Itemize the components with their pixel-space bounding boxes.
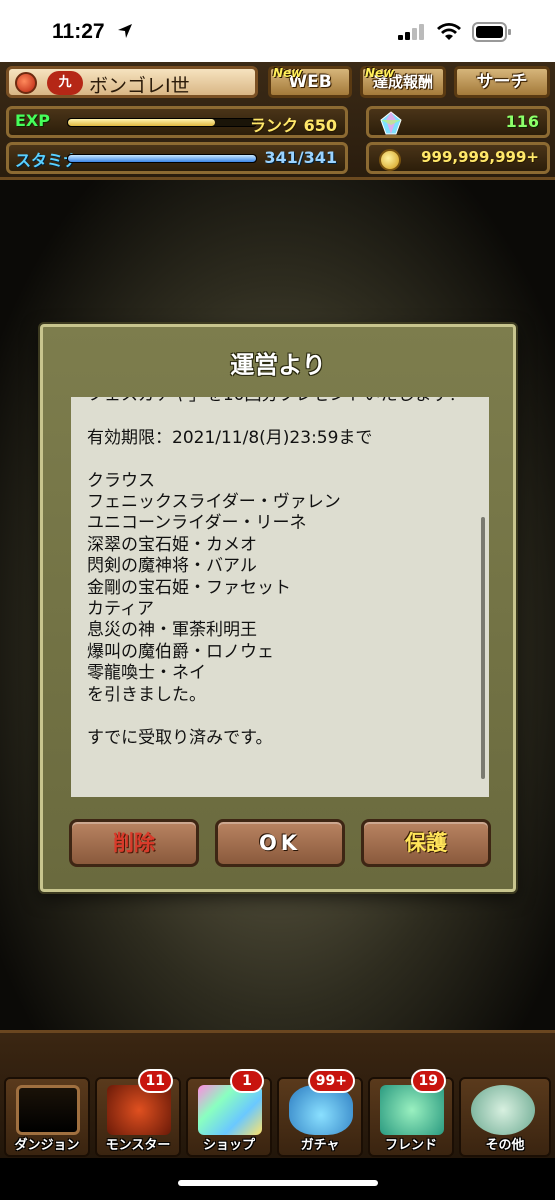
stamina-bar-fill [68, 155, 256, 162]
status-bar: 11:27 [0, 0, 555, 62]
battery-icon [472, 22, 511, 42]
message-text: フェスガチャ」を10回分プレゼントいたします！ 有効期限：2021/11/8(月… [87, 397, 465, 748]
new-tag: New [365, 66, 395, 80]
coin-icon [379, 149, 401, 171]
message-body[interactable]: フェスガチャ」を10回分プレゼントいたします！ 有効期限：2021/11/8(月… [71, 397, 489, 797]
achievement-reward-button[interactable]: New 達成報酬 [360, 66, 446, 98]
question-mark-icon [471, 1085, 535, 1135]
home-indicator[interactable] [178, 1180, 378, 1186]
nav-shop-label: ショップ [202, 1138, 255, 1153]
dialog-title: 運営より [230, 351, 326, 379]
location-arrow-icon [118, 24, 132, 38]
player-name: ボンゴレI世 [89, 75, 190, 97]
coin-row: 999,999,999+ [366, 142, 550, 174]
cellular-signal-icon [398, 24, 424, 40]
exp-label: EXP [15, 111, 50, 130]
bottom-safe-area [0, 1158, 555, 1200]
protect-button[interactable]: 保護 [361, 819, 491, 867]
gacha-badge: 99+ [307, 1069, 355, 1093]
web-button[interactable]: New WEB [268, 66, 352, 98]
shop-badge: 1 [230, 1069, 264, 1093]
status-time: 11:27 [52, 20, 105, 43]
exp-row: EXP ランク 650 [6, 106, 348, 138]
nav-gacha-label: ガチャ [300, 1138, 340, 1153]
nav-dungeon[interactable]: ダンジョン [4, 1077, 90, 1157]
player-name-plate[interactable]: 九 ボンゴレI世 [6, 66, 258, 98]
nav-monster-label: モンスター [105, 1138, 171, 1153]
friend-badge: 19 [410, 1069, 446, 1093]
ok-button[interactable]: OK [215, 819, 345, 867]
nav-friend-label: フレンド [384, 1138, 437, 1153]
coin-count: 999,999,999+ [421, 148, 539, 166]
new-tag: New [273, 66, 303, 80]
stamina-row: スタミナ 341/341 [6, 142, 348, 174]
magic-stone-icon [380, 111, 402, 135]
dungeon-gate-icon [16, 1085, 80, 1135]
stamina-value: 341/341 [264, 148, 337, 167]
wifi-icon [437, 23, 461, 40]
nav-gacha[interactable]: 99+ ガチャ [277, 1069, 363, 1157]
nav-shop[interactable]: 1 ショップ [186, 1069, 272, 1157]
search-button[interactable]: サーチ [454, 66, 550, 98]
exp-bar-fill [68, 119, 215, 126]
nav-other[interactable]: その他 [459, 1077, 551, 1157]
rank-badge: 九 [47, 71, 83, 95]
nav-monster[interactable]: 11 モンスター [95, 1069, 181, 1157]
magic-stone-row[interactable]: 116 [366, 106, 550, 138]
exp-bar [67, 118, 257, 127]
message-dialog: 運営より フェスガチャ」を10回分プレゼントいたします！ 有効期限：2021/1… [40, 324, 516, 892]
medal-icon [15, 72, 37, 94]
nav-dungeon-label: ダンジョン [14, 1138, 80, 1153]
monster-badge: 11 [137, 1069, 173, 1093]
search-button-label: サーチ [476, 72, 528, 92]
game-header: 九 ボンゴレI世 New WEB New 達成報酬 サーチ EXP ランク 65… [0, 62, 555, 180]
nav-other-label: その他 [485, 1138, 525, 1153]
rank-text: ランク 650 [250, 116, 337, 135]
delete-button[interactable]: 削除 [69, 819, 199, 867]
stamina-bar [67, 154, 257, 163]
magic-stone-count: 116 [505, 112, 539, 131]
message-scrollbar[interactable] [481, 517, 485, 779]
bottom-nav: ダンジョン 11 モンスター 1 ショップ 99+ ガチャ 19 フレンド その… [0, 1030, 555, 1158]
nav-friend[interactable]: 19 フレンド [368, 1069, 454, 1157]
